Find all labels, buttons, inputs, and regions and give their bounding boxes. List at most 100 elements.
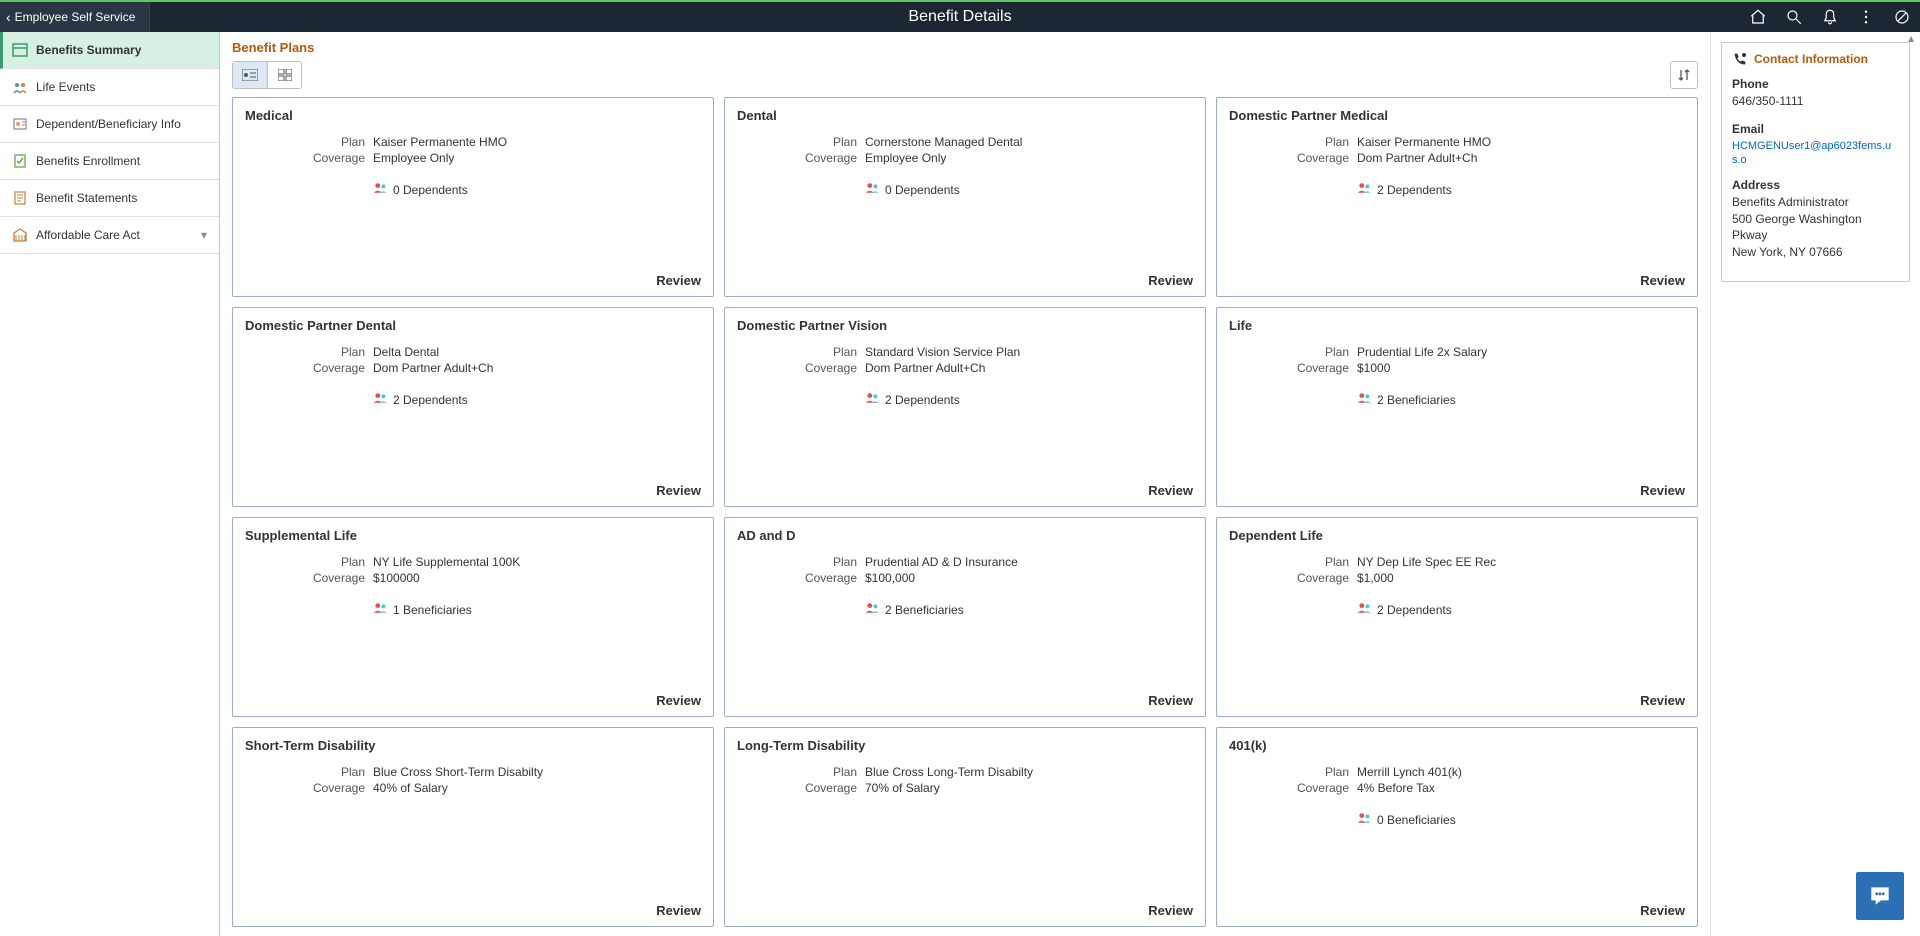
life-events-icon (12, 79, 28, 95)
coverage-value: Employee Only (373, 151, 701, 165)
coverage-value: Employee Only (865, 151, 1193, 165)
home-icon[interactable] (1740, 2, 1776, 32)
plan-label: Plan (245, 345, 365, 359)
section-title: Benefit Plans (232, 40, 1698, 55)
review-button[interactable]: Review (656, 683, 701, 708)
coverage-value: $100000 (373, 571, 701, 585)
chevron-left-icon: ‹ (6, 9, 11, 25)
sidebar-item-aca[interactable]: Affordable Care Act ▾ (0, 217, 219, 254)
grid-view-button[interactable] (267, 62, 301, 88)
plan-label: Plan (245, 765, 365, 779)
chat-fab[interactable] (1856, 872, 1904, 920)
plan-label: Plan (245, 135, 365, 149)
dependents-row: 2 Dependents (865, 391, 1193, 408)
coverage-label: Coverage (245, 151, 365, 165)
back-button[interactable]: ‹ Employee Self Service (0, 2, 150, 32)
dependents-row: 2 Beneficiaries (1357, 391, 1685, 408)
review-button[interactable]: Review (656, 263, 701, 288)
plan-value: Kaiser Permanente HMO (373, 135, 701, 149)
benefit-card: Supplemental LifePlanNY Life Supplementa… (232, 517, 714, 717)
plan-value: NY Dep Life Spec EE Rec (1357, 555, 1685, 569)
chevron-down-icon: ▾ (201, 228, 207, 242)
review-button[interactable]: Review (1640, 473, 1685, 498)
coverage-label: Coverage (737, 571, 857, 585)
sidebar-item-benefits-summary[interactable]: Benefits Summary (0, 32, 219, 69)
address-line2: 500 George Washington Pkway (1732, 211, 1899, 245)
dependents-text: 2 Beneficiaries (1377, 393, 1456, 407)
dependents-row: 2 Dependents (1357, 601, 1685, 618)
coverage-value: $100,000 (865, 571, 1193, 585)
coverage-label: Coverage (737, 361, 857, 375)
email-label: Email (1732, 122, 1899, 136)
card-title: Medical (245, 108, 701, 123)
plan-value: Merrill Lynch 401(k) (1357, 765, 1685, 779)
sidebar-item-dependent-info[interactable]: Dependent/Beneficiary Info (0, 106, 219, 143)
people-icon (373, 601, 389, 618)
review-button[interactable]: Review (1640, 263, 1685, 288)
dependents-row: 2 Dependents (373, 391, 701, 408)
review-button[interactable]: Review (1148, 683, 1193, 708)
coverage-value: $1000 (1357, 361, 1685, 375)
plan-label: Plan (1229, 135, 1349, 149)
review-button[interactable]: Review (1640, 893, 1685, 918)
dependents-row: 0 Dependents (865, 181, 1193, 198)
sort-button[interactable] (1670, 61, 1698, 89)
review-button[interactable]: Review (1148, 473, 1193, 498)
address-line3: New York, NY 07666 (1732, 244, 1899, 261)
sidebar-item-benefit-statements[interactable]: Benefit Statements (0, 180, 219, 217)
sidebar-item-life-events[interactable]: Life Events (0, 69, 219, 106)
dependents-row: 2 Beneficiaries (865, 601, 1193, 618)
card-title: Dental (737, 108, 1193, 123)
benefit-card: DentalPlanCornerstone Managed DentalCove… (724, 97, 1206, 297)
contact-panel: ▲ Contact Information Phone 646/350-1111… (1710, 32, 1920, 936)
bell-icon[interactable] (1812, 2, 1848, 32)
dependents-row: 2 Dependents (1357, 181, 1685, 198)
sidebar-item-benefits-enrollment[interactable]: Benefits Enrollment (0, 143, 219, 180)
review-button[interactable]: Review (656, 893, 701, 918)
coverage-label: Coverage (1229, 151, 1349, 165)
plan-label: Plan (1229, 765, 1349, 779)
search-icon[interactable] (1776, 2, 1812, 32)
coverage-value: Dom Partner Adult+Ch (373, 361, 701, 375)
dependents-text: 2 Dependents (393, 393, 468, 407)
benefit-card: 401(k)PlanMerrill Lynch 401(k)Coverage4%… (1216, 727, 1698, 927)
card-title: AD and D (737, 528, 1193, 543)
plan-value: Blue Cross Long-Term Disabilty (865, 765, 1193, 779)
plan-value: Prudential Life 2x Salary (1357, 345, 1685, 359)
menu-dots-icon[interactable] (1848, 2, 1884, 32)
coverage-label: Coverage (1229, 571, 1349, 585)
dependents-row: 0 Beneficiaries (1357, 811, 1685, 828)
benefit-card: AD and DPlanPrudential AD & D InsuranceC… (724, 517, 1206, 717)
coverage-value: 40% of Salary (373, 781, 701, 795)
page-title: Benefit Details (908, 8, 1011, 26)
scroll-up-icon[interactable]: ▲ (1906, 34, 1916, 45)
review-button[interactable]: Review (1148, 893, 1193, 918)
card-title: Supplemental Life (245, 528, 701, 543)
review-button[interactable]: Review (1640, 683, 1685, 708)
benefit-card: Domestic Partner VisionPlanStandard Visi… (724, 307, 1206, 507)
dependents-text: 1 Beneficiaries (393, 603, 472, 617)
people-icon (1357, 391, 1373, 408)
plan-label: Plan (245, 555, 365, 569)
email-link[interactable]: HCMGENUser1@ap6023fems.us.o (1732, 140, 1891, 166)
plan-value: Standard Vision Service Plan (865, 345, 1193, 359)
card-view-button[interactable] (233, 62, 267, 88)
prohibit-icon[interactable] (1884, 2, 1920, 32)
plan-label: Plan (737, 135, 857, 149)
benefit-card: Domestic Partner MedicalPlanKaiser Perma… (1216, 97, 1698, 297)
phone-label: Phone (1732, 77, 1899, 91)
dependents-text: 0 Beneficiaries (1377, 813, 1456, 827)
phone-value: 646/350-1111 (1732, 93, 1899, 110)
card-title: Life (1229, 318, 1685, 333)
dependents-text: 2 Beneficiaries (885, 603, 964, 617)
sidebar: Benefits Summary Life Events Dependent/B… (0, 32, 220, 936)
plan-value: Kaiser Permanente HMO (1357, 135, 1685, 149)
benefit-card: Domestic Partner DentalPlanDelta DentalC… (232, 307, 714, 507)
benefit-card: Dependent LifePlanNY Dep Life Spec EE Re… (1216, 517, 1698, 717)
cards-grid: Medical Plan Kaiser Permanente HMO Coverage… (232, 97, 1698, 927)
coverage-label: Coverage (245, 781, 365, 795)
review-button[interactable]: Review (656, 473, 701, 498)
statements-icon (12, 190, 28, 206)
benefit-card: Long-Term DisabilityPlanBlue Cross Long-… (724, 727, 1206, 927)
review-button[interactable]: Review (1148, 263, 1193, 288)
